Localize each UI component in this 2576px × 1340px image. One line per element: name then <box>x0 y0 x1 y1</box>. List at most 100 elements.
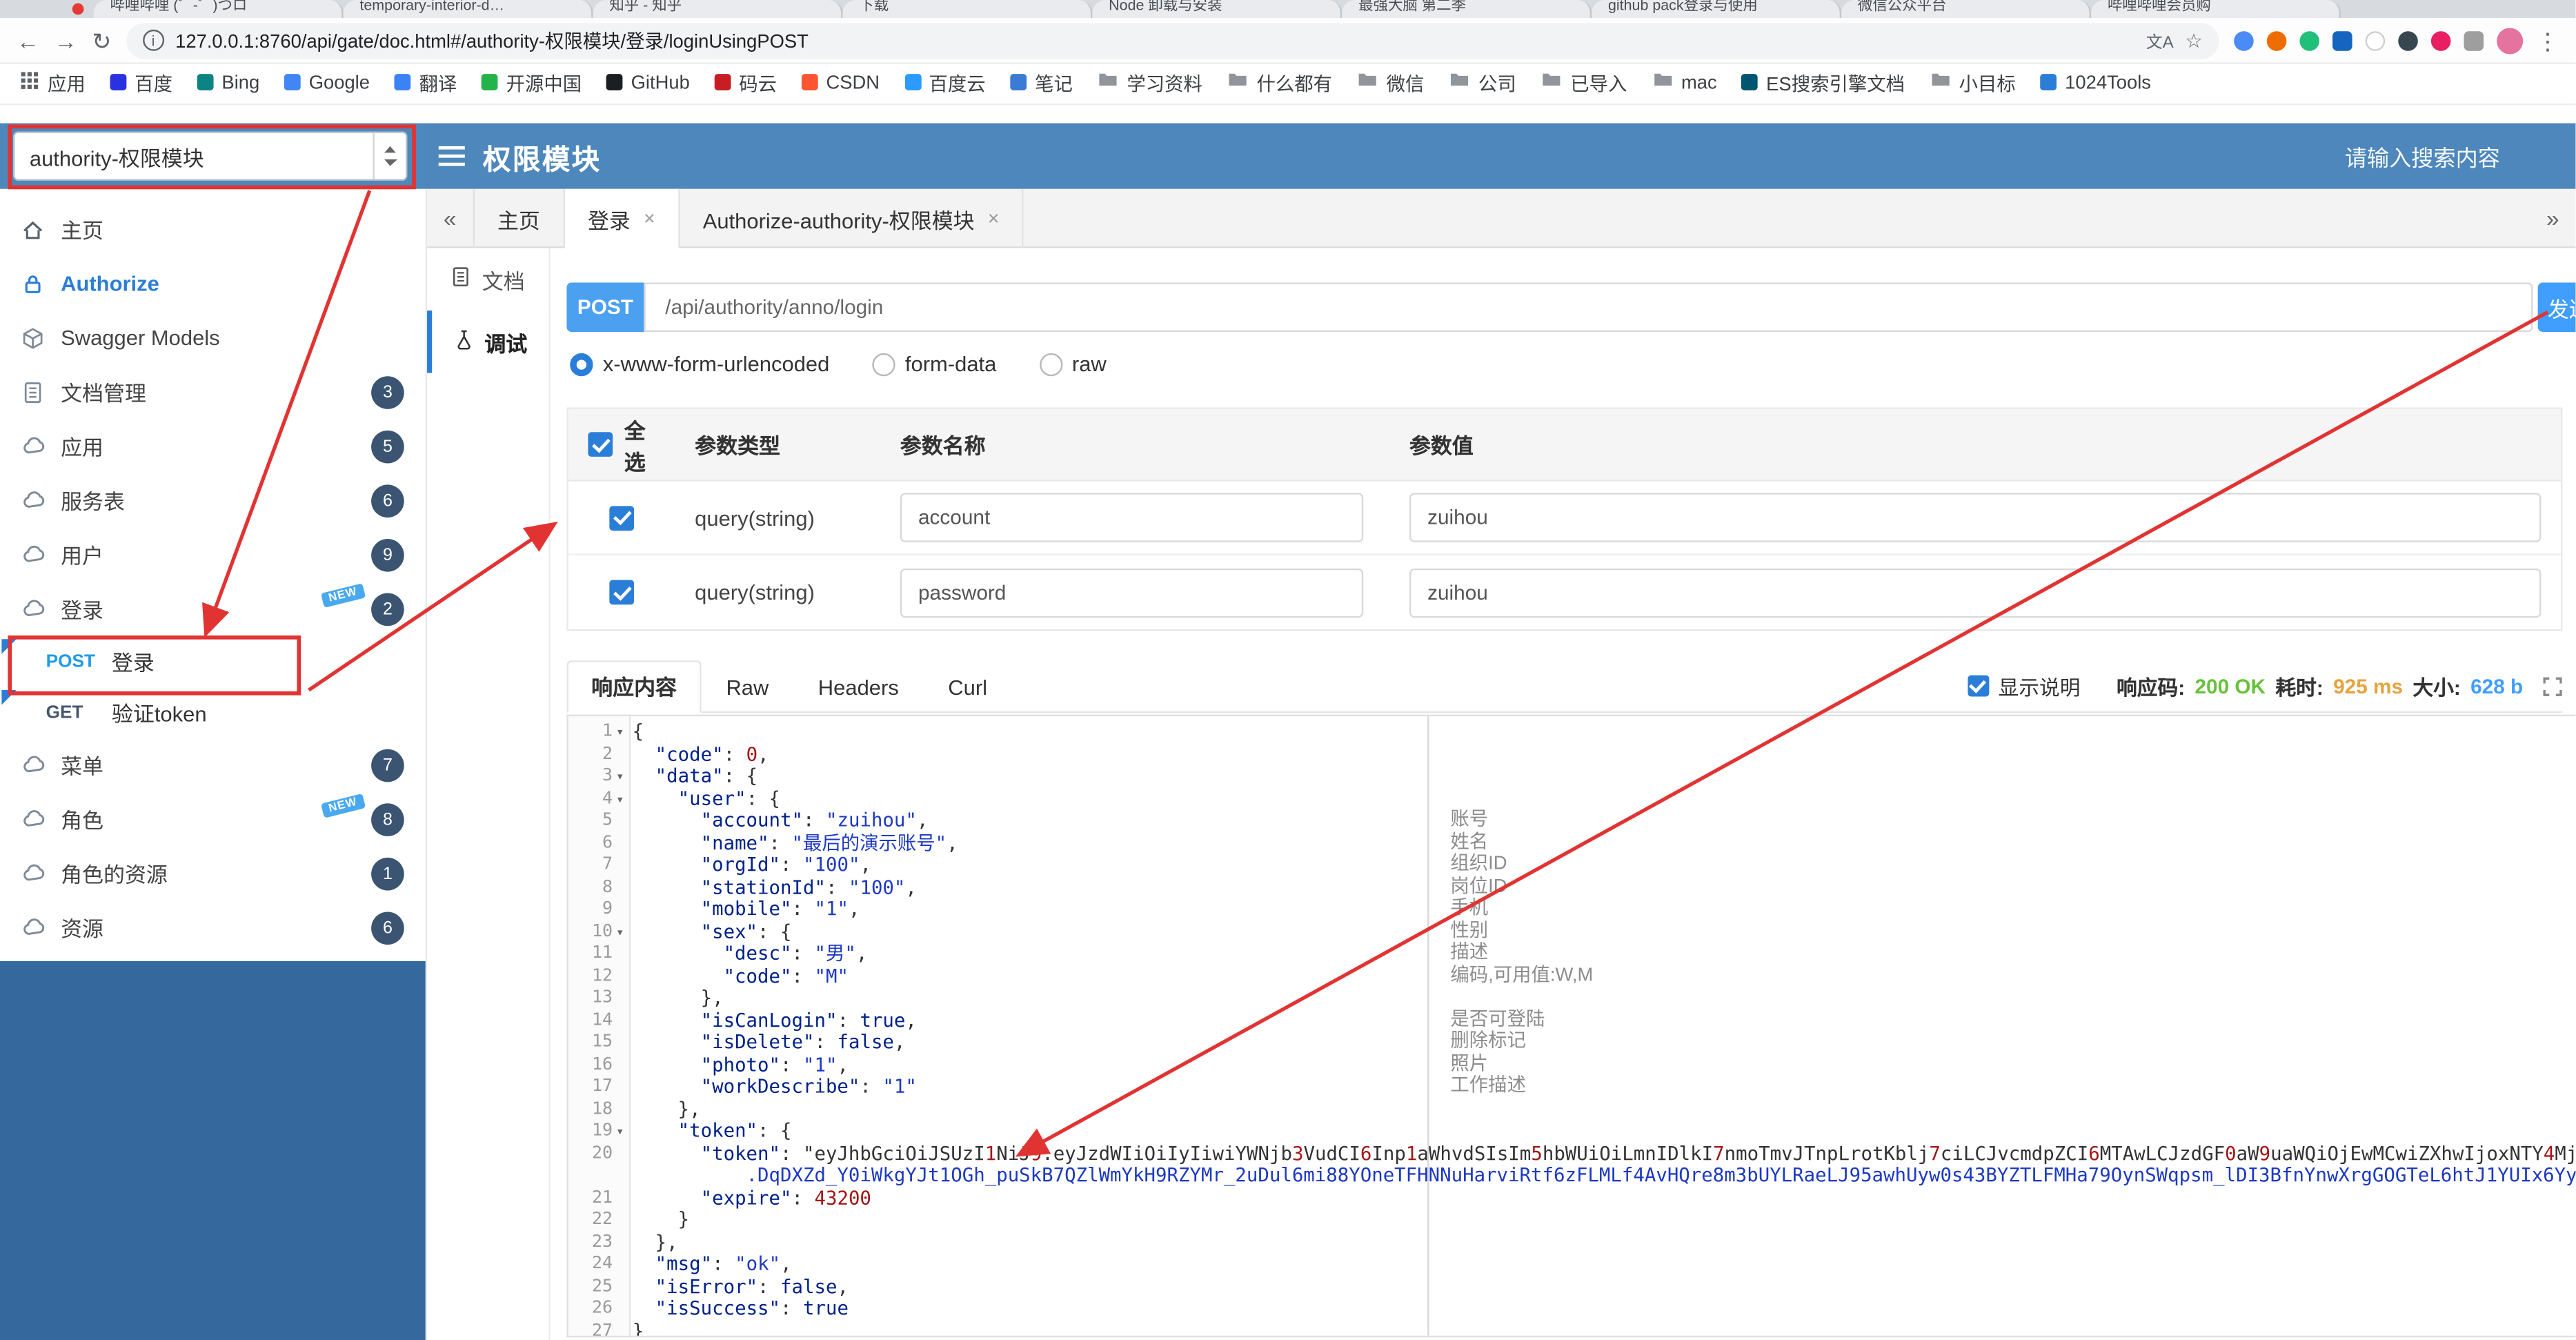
fullscreen-icon[interactable] <box>2543 676 2563 696</box>
sidebar-item-authorize[interactable]: Authorize <box>0 256 426 311</box>
request-url-input[interactable]: /api/authority/anno/login <box>644 282 2533 332</box>
sidebar-item-role[interactable]: 角色 NEW 8 <box>0 792 426 847</box>
content-type-option[interactable]: form-data <box>872 352 996 376</box>
bookmark-item[interactable]: 公司 <box>1449 69 1516 99</box>
sidebar-item-post-login[interactable]: POST 登录 <box>0 635 426 687</box>
sidebar-item-label: 文档管理 <box>61 381 146 406</box>
send-button[interactable]: 发送 <box>2537 282 2576 332</box>
bookmark-item[interactable]: 学习资料 <box>1098 69 1202 99</box>
sidebar-item-user[interactable]: 用户 9 <box>0 527 426 582</box>
search-input[interactable]: 请输入搜索内容 <box>2345 139 2500 173</box>
checkbox-checked[interactable] <box>609 580 635 605</box>
close-icon[interactable]: × <box>988 207 1000 230</box>
response-tab-Curl[interactable]: Curl <box>924 665 1012 711</box>
bookmark-item[interactable]: 什么都有 <box>1227 69 1332 99</box>
browser-tab[interactable]: 哔哩哔哩会员购 <box>2091 0 2341 19</box>
browser-tab[interactable]: 最强大脑 第二季 <box>1342 0 1592 19</box>
bookmark-item[interactable]: 码云 <box>714 69 777 99</box>
info-icon[interactable]: i <box>142 29 164 51</box>
browser-menu-icon[interactable]: ⋮ <box>2536 29 2559 52</box>
content-type-option[interactable]: raw <box>1039 352 1107 376</box>
url-text[interactable]: 127.0.0.1:8760/api/gate/doc.html#/author… <box>175 27 2134 53</box>
chevron-left-icon[interactable]: « <box>427 204 473 230</box>
extension-icon[interactable] <box>2332 30 2352 50</box>
sidebar-item-login[interactable]: 登录 NEW 2 <box>0 582 426 636</box>
bookmark-item[interactable]: 百度 <box>110 69 172 99</box>
bookmark-item[interactable]: 微信 <box>1357 69 1424 99</box>
response-tab-响应内容[interactable]: 响应内容 <box>566 660 702 713</box>
line-number: 12 <box>591 965 613 985</box>
browser-tab[interactable]: 下载 <box>842 0 1093 19</box>
bookmark-item[interactable]: 百度云 <box>904 69 986 99</box>
extension-icon[interactable] <box>2430 30 2451 50</box>
code-line: }, <box>632 987 724 1009</box>
extension-icon[interactable] <box>2234 30 2254 50</box>
sidebar-item-home[interactable]: 主页 <box>0 202 426 257</box>
bookmark-item[interactable]: 1024Tools <box>2040 69 2151 99</box>
param-name-input[interactable]: account <box>900 493 1364 542</box>
chevron-right-icon[interactable]: » <box>2530 204 2575 230</box>
tab-主页[interactable]: 主页 <box>473 188 565 248</box>
sidebar-item-menu[interactable]: 菜单 7 <box>0 738 426 792</box>
code-line: "desc": "男", <box>723 943 868 965</box>
bookmark-item[interactable]: 笔记 <box>1010 69 1073 99</box>
tab-登录[interactable]: 登录 × <box>564 188 680 248</box>
param-value-input[interactable]: zuihou <box>1409 493 2542 542</box>
show-desc-checkbox[interactable] <box>1967 675 1989 697</box>
param-name-input[interactable]: password <box>900 567 1364 618</box>
sidebar-item-resource[interactable]: 资源 6 <box>0 900 426 955</box>
translate-icon[interactable]: 文A <box>2146 28 2174 52</box>
select-all-checkbox[interactable] <box>588 432 613 457</box>
radio-icon[interactable] <box>872 352 895 376</box>
bookmark-item[interactable]: 应用 <box>20 69 86 99</box>
browser-tab[interactable]: github pack登录与使用 <box>1592 0 1842 19</box>
close-icon[interactable]: × <box>644 207 655 230</box>
module-select[interactable]: authority-权限模块 <box>13 131 408 181</box>
response-tab-Raw[interactable]: Raw <box>702 665 793 711</box>
bookmark-item[interactable]: 小目标 <box>1930 69 2016 99</box>
browser-tab[interactable]: temporary-interior-d… <box>343 0 593 19</box>
menu-icon[interactable] <box>437 145 466 168</box>
bookmark-item[interactable]: CSDN <box>801 69 880 99</box>
response-tab-Headers[interactable]: Headers <box>793 665 923 711</box>
browser-tab[interactable]: 知乎 - 知乎 <box>593 0 843 19</box>
tab-Authorize-authority-权限模块[interactable]: Authorize-authority-权限模块 × <box>680 188 1024 248</box>
select-spinner-icon[interactable] <box>373 132 406 179</box>
bookmark-item[interactable]: ES搜索引擎文档 <box>1741 69 1905 99</box>
content-type-option[interactable]: x-www-form-urlencoded <box>570 352 829 376</box>
bookmark-item[interactable]: 翻译 <box>394 69 457 99</box>
extension-icon[interactable] <box>2299 30 2319 50</box>
forward-icon[interactable]: → <box>55 29 77 52</box>
browser-tab[interactable]: 微信公众平台 <box>1841 0 2092 19</box>
line-number: 9 <box>602 898 613 918</box>
extension-icon[interactable] <box>2365 30 2386 50</box>
sidebar-item-doc-manage[interactable]: 文档管理 3 <box>0 365 426 420</box>
bookmark-item[interactable]: 已导入 <box>1540 69 1627 99</box>
bookmark-item[interactable]: Bing <box>197 69 259 99</box>
sidebar-item-role-resource[interactable]: 角色的资源 1 <box>0 846 426 900</box>
back-icon[interactable]: ← <box>17 29 39 52</box>
bookmark-item[interactable]: 开源中国 <box>481 69 582 99</box>
reload-icon[interactable]: ↻ <box>92 29 111 52</box>
sidebar-item-get-verify-token[interactable]: GET 验证token <box>0 687 426 738</box>
extension-icon[interactable] <box>2266 30 2287 50</box>
tab-debug[interactable]: 调试 <box>427 311 549 373</box>
browser-tab[interactable]: Node 卸载与安装 <box>1092 0 1343 19</box>
tab-document[interactable]: 文档 <box>427 248 548 311</box>
bookmark-item[interactable]: mac <box>1652 69 1717 99</box>
param-value-input[interactable]: zuihou <box>1409 567 2542 618</box>
bookmark-item[interactable]: GitHub <box>606 69 690 99</box>
checkbox-checked[interactable] <box>609 505 635 530</box>
profile-avatar[interactable] <box>2497 27 2524 54</box>
radio-icon[interactable] <box>1039 352 1062 376</box>
star-icon[interactable]: ☆ <box>2185 29 2203 52</box>
sidebar-item-swagger-models[interactable]: Swagger Models <box>0 311 426 365</box>
browser-tab[interactable]: 哔哩哔哩 (゜-゜)つロ <box>93 0 344 19</box>
bookmark-item[interactable]: Google <box>284 69 370 99</box>
extension-icon[interactable] <box>2398 30 2418 50</box>
sidebar-item-service-table[interactable]: 服务表 6 <box>0 473 426 528</box>
url-bar[interactable]: i 127.0.0.1:8760/api/gate/doc.html#/auth… <box>126 22 2219 59</box>
sidebar-item-application[interactable]: 应用 5 <box>0 419 426 473</box>
radio-icon[interactable] <box>570 352 593 376</box>
extension-icon[interactable] <box>2464 30 2484 50</box>
